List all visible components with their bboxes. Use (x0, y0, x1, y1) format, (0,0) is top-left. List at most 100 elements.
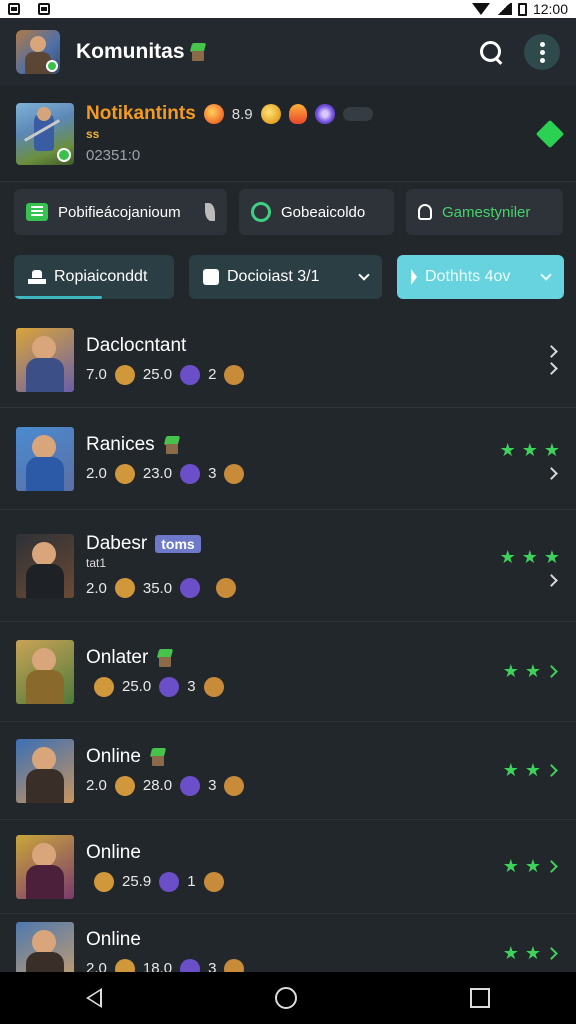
chip-0[interactable]: Pobifieácojanioum (14, 189, 227, 235)
category-chips: Pobifieácojanioum Gobeaicoldo Gamestynil… (14, 189, 564, 237)
system-nav-bar (0, 972, 576, 1024)
rank-icon (159, 871, 180, 892)
community-avatar[interactable] (16, 30, 60, 74)
tab-2[interactable]: Dothhts 4ov (397, 255, 564, 299)
star-icon: ★ (502, 661, 519, 681)
member-subtitle: tat1 (86, 556, 107, 570)
member-stats: 2.0 23.0 3 (86, 463, 496, 484)
star-icon: ★ (524, 760, 541, 780)
member-name: Online (86, 928, 141, 950)
orb-icon (314, 104, 335, 124)
list-item[interactable]: Online 2.0 28.0 3 ★ ★ (0, 722, 576, 820)
chevron-right-icon[interactable] (545, 860, 558, 873)
member-thumbnail[interactable] (16, 834, 74, 899)
chip-2[interactable]: Gamestyniler (406, 189, 563, 235)
chevron-right-icon[interactable] (545, 665, 558, 678)
level-icon (94, 676, 114, 697)
wifi-icon (471, 3, 490, 15)
member-stats: 25.0 3 (86, 676, 496, 697)
chevron-right-icon[interactable] (545, 764, 558, 777)
list-item[interactable]: Online 25.9 1 ★ ★ (0, 820, 576, 914)
member-thumbnail[interactable] (16, 533, 74, 598)
profile-stat: 8.9 (231, 105, 253, 123)
level-icon (114, 775, 135, 796)
notification-icon (8, 3, 20, 15)
refresh-badge-icon (57, 147, 71, 162)
profile-picture[interactable] (16, 102, 74, 165)
rank-icon (180, 958, 201, 972)
member-stats: 2.0 18.0 3 (86, 958, 496, 972)
chevron-right-icon[interactable] (545, 573, 558, 587)
status-right: 12:00 (471, 1, 568, 17)
recents-icon[interactable] (469, 988, 490, 1008)
rank-icon (159, 676, 180, 697)
star-icon: ★ (502, 943, 519, 963)
status-time: 12:00 (532, 1, 568, 17)
list-item[interactable]: Online 2.0 18.0 3 ★ ★ (0, 914, 576, 972)
status-bar: 12:00 (0, 0, 576, 18)
shield-icon (251, 202, 271, 222)
item-icon (203, 871, 224, 892)
star-icon: ★ (543, 439, 560, 460)
star-icon: ★ (502, 760, 519, 780)
member-thumbnail[interactable] (16, 738, 74, 803)
item-icon (203, 676, 224, 697)
tab-1[interactable]: Docioiast 3/1 (189, 255, 382, 299)
more-options-button[interactable] (524, 34, 560, 70)
member-name: Online (86, 745, 141, 767)
level-pill (342, 107, 373, 121)
rating-stars: ★ ★ (503, 943, 560, 964)
star-icon: ★ (521, 439, 538, 460)
member-stat2: 28.0 (142, 777, 173, 794)
member-stat2: 25.0 (142, 366, 173, 383)
member-stats: 2.0 35.0 (86, 578, 496, 598)
grass-block-icon (163, 436, 181, 454)
star-icon: ★ (521, 546, 538, 567)
back-icon[interactable] (86, 988, 103, 1008)
rating-stars: ★ ★ (503, 661, 560, 682)
app-bar: Komunitas (0, 18, 576, 86)
chevron-right-icon[interactable] (545, 344, 558, 358)
item-icon (224, 775, 245, 796)
member-name: Onlater (86, 646, 149, 668)
grass-block-icon (189, 43, 207, 61)
grass-block-icon (149, 748, 167, 766)
search-icon[interactable] (478, 39, 504, 65)
gem-icon[interactable] (535, 119, 565, 148)
level-icon (114, 958, 135, 972)
item-icon (224, 958, 245, 972)
signal-icon (495, 3, 512, 15)
member-stat1: 2.0 (86, 465, 107, 482)
chevron-right-icon[interactable] (545, 466, 558, 480)
profile-card[interactable]: Notikantints 8.9 ss 02351:0 (0, 86, 576, 182)
member-stat3: 1 (187, 873, 196, 890)
member-thumbnail[interactable] (16, 921, 74, 972)
member-stat3: 3 (208, 777, 217, 794)
star-icon: ★ (524, 943, 541, 963)
member-name: Dabesr (86, 533, 148, 554)
list-item[interactable]: Onlater 25.0 3 ★ ★ (0, 622, 576, 722)
level-icon (94, 871, 114, 892)
image-icon (38, 3, 50, 15)
chevron-right-icon[interactable] (545, 361, 558, 375)
tab-0[interactable]: Ropiaiconddt (14, 255, 174, 299)
member-stats: 25.9 1 (86, 871, 496, 892)
rating-stars: ★ ★ ★ (500, 440, 560, 461)
list-item[interactable]: Dabesr toms tat1 2.0 35.0 ★ ★ ★ (0, 510, 576, 622)
member-thumbnail[interactable] (16, 639, 74, 704)
member-stat1: 2.0 (86, 960, 107, 972)
member-thumbnail[interactable] (16, 327, 74, 392)
grass-block-icon (156, 649, 174, 667)
chevron-right-icon[interactable] (545, 947, 558, 960)
home-icon[interactable] (274, 987, 297, 1009)
member-name: Ranices (86, 433, 155, 455)
person-icon (418, 204, 432, 220)
member-stat2: 25.9 (122, 873, 152, 890)
list-item[interactable]: Daclocntant 7.0 25.0 2 (0, 312, 576, 408)
member-stat1: 2.0 (86, 579, 107, 597)
rating-stars: ★ ★ ★ (500, 547, 560, 568)
list-item[interactable]: Ranices 2.0 23.0 3 ★ ★ ★ (0, 408, 576, 510)
member-thumbnail[interactable] (16, 426, 74, 491)
filter-tabs: Ropiaiconddt Docioiast 3/1 Dothhts 4ov (14, 255, 564, 301)
chip-1[interactable]: Gobeaicoldo (239, 189, 394, 235)
